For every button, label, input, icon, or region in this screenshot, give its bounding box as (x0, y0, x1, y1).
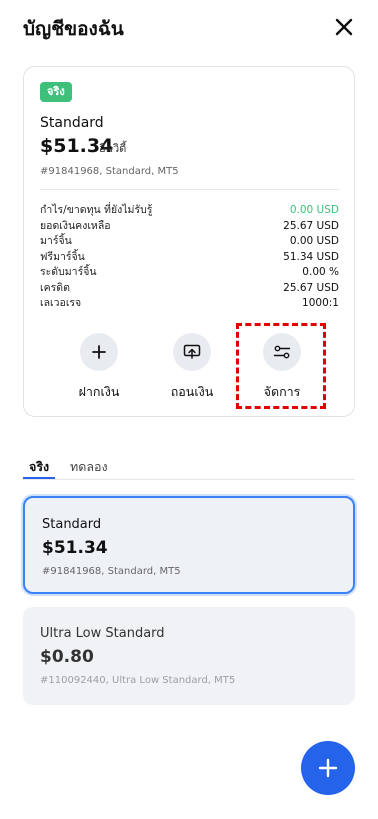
settings-sliders-icon (273, 345, 291, 359)
account-summary-card: จริง Standard $51.34 อีควิตี้ #91841968,… (23, 66, 355, 417)
withdraw-button[interactable]: ถอนเงิน (152, 333, 232, 402)
tab-demo[interactable]: ทดลอง (70, 457, 108, 477)
stat-row-unrealized-pl: กำไร/ขาดทุน ที่ยังไม่รับรู้ 0.00 USD (40, 203, 339, 219)
account-item-subtitle: #91841968, Standard, MT5 (42, 566, 181, 577)
deposit-icon-circle (80, 333, 118, 371)
stat-label: กำไร/ขาดทุน ที่ยังไม่รับรู้ (40, 204, 153, 216)
stat-row-margin: มาร์จิ้น 0.00 USD (40, 234, 339, 250)
tab-real[interactable]: จริง (29, 457, 49, 477)
manage-button[interactable]: จัดการ (242, 333, 322, 402)
stat-value: 0.00 % (302, 266, 339, 278)
account-item-name: Standard (42, 517, 102, 532)
stat-label: ยอดเงินคงเหลือ (40, 219, 111, 232)
account-tabs: จริง ทดลอง (23, 455, 355, 480)
stat-row-balance: ยอดเงินคงเหลือ 25.67 USD (40, 219, 339, 235)
withdraw-icon (183, 344, 201, 359)
account-name: Standard (40, 115, 104, 131)
stat-value: 1000:1 (302, 297, 339, 309)
plus-icon (318, 758, 338, 778)
stat-label: ฟรีมาร์จิ้น (40, 250, 85, 263)
stat-label: มาร์จิ้น (40, 235, 72, 247)
account-subtitle: #91841968, Standard, MT5 (40, 166, 179, 177)
deposit-label: ฝากเงิน (78, 384, 120, 399)
stat-row-free-margin: ฟรีมาร์จิ้น 51.34 USD (40, 250, 339, 266)
stat-value: 0.00 USD (289, 235, 339, 247)
stat-value: 0.00 USD (289, 204, 339, 216)
account-item-name: Ultra Low Standard (40, 626, 165, 641)
manage-icon-circle (263, 333, 301, 371)
manage-label: จัดการ (263, 384, 301, 399)
withdraw-icon-circle (173, 333, 211, 371)
stats-list: กำไร/ขาดทุน ที่ยังไม่รับรู้ 0.00 USD ยอด… (40, 203, 339, 312)
account-actions: ฝากเงิน ถอนเงิน จัดการ (24, 333, 356, 413)
account-item-balance: $0.80 (40, 647, 94, 667)
stat-label: ระดับมาร์จิ้น (40, 266, 97, 278)
withdraw-label: ถอนเงิน (170, 384, 214, 399)
active-tab-indicator (23, 477, 55, 479)
close-icon (335, 18, 353, 36)
close-button[interactable] (330, 13, 358, 41)
stat-label: เครดิต (40, 281, 70, 294)
stat-value: 25.67 USD (283, 219, 339, 232)
account-list-item[interactable]: Ultra Low Standard $0.80 #110092440, Ult… (23, 607, 355, 705)
divider (40, 189, 339, 190)
account-item-balance: $51.34 (42, 538, 108, 558)
status-badge: จริง (40, 82, 72, 102)
page-title: บัญชีของฉัน (23, 18, 124, 40)
add-account-button[interactable] (301, 741, 355, 795)
stat-label: เลเวอเรจ (40, 297, 82, 309)
stat-row-margin-level: ระดับมาร์จิ้น 0.00 % (40, 265, 339, 281)
account-item-subtitle: #110092440, Ultra Low Standard, MT5 (40, 675, 236, 686)
plus-icon (92, 345, 106, 359)
stat-value: 51.34 USD (283, 250, 339, 263)
stat-value: 25.67 USD (283, 281, 339, 294)
stat-row-credit: เครดิต 25.67 USD (40, 281, 339, 297)
header: บัญชีของฉัน (0, 0, 378, 56)
equity-label: อีควิตี้ (99, 142, 127, 155)
stat-row-leverage: เลเวอเรจ 1000:1 (40, 296, 339, 312)
deposit-button[interactable]: ฝากเงิน (59, 333, 139, 402)
account-list-item[interactable]: Standard $51.34 #91841968, Standard, MT5 (23, 496, 355, 594)
